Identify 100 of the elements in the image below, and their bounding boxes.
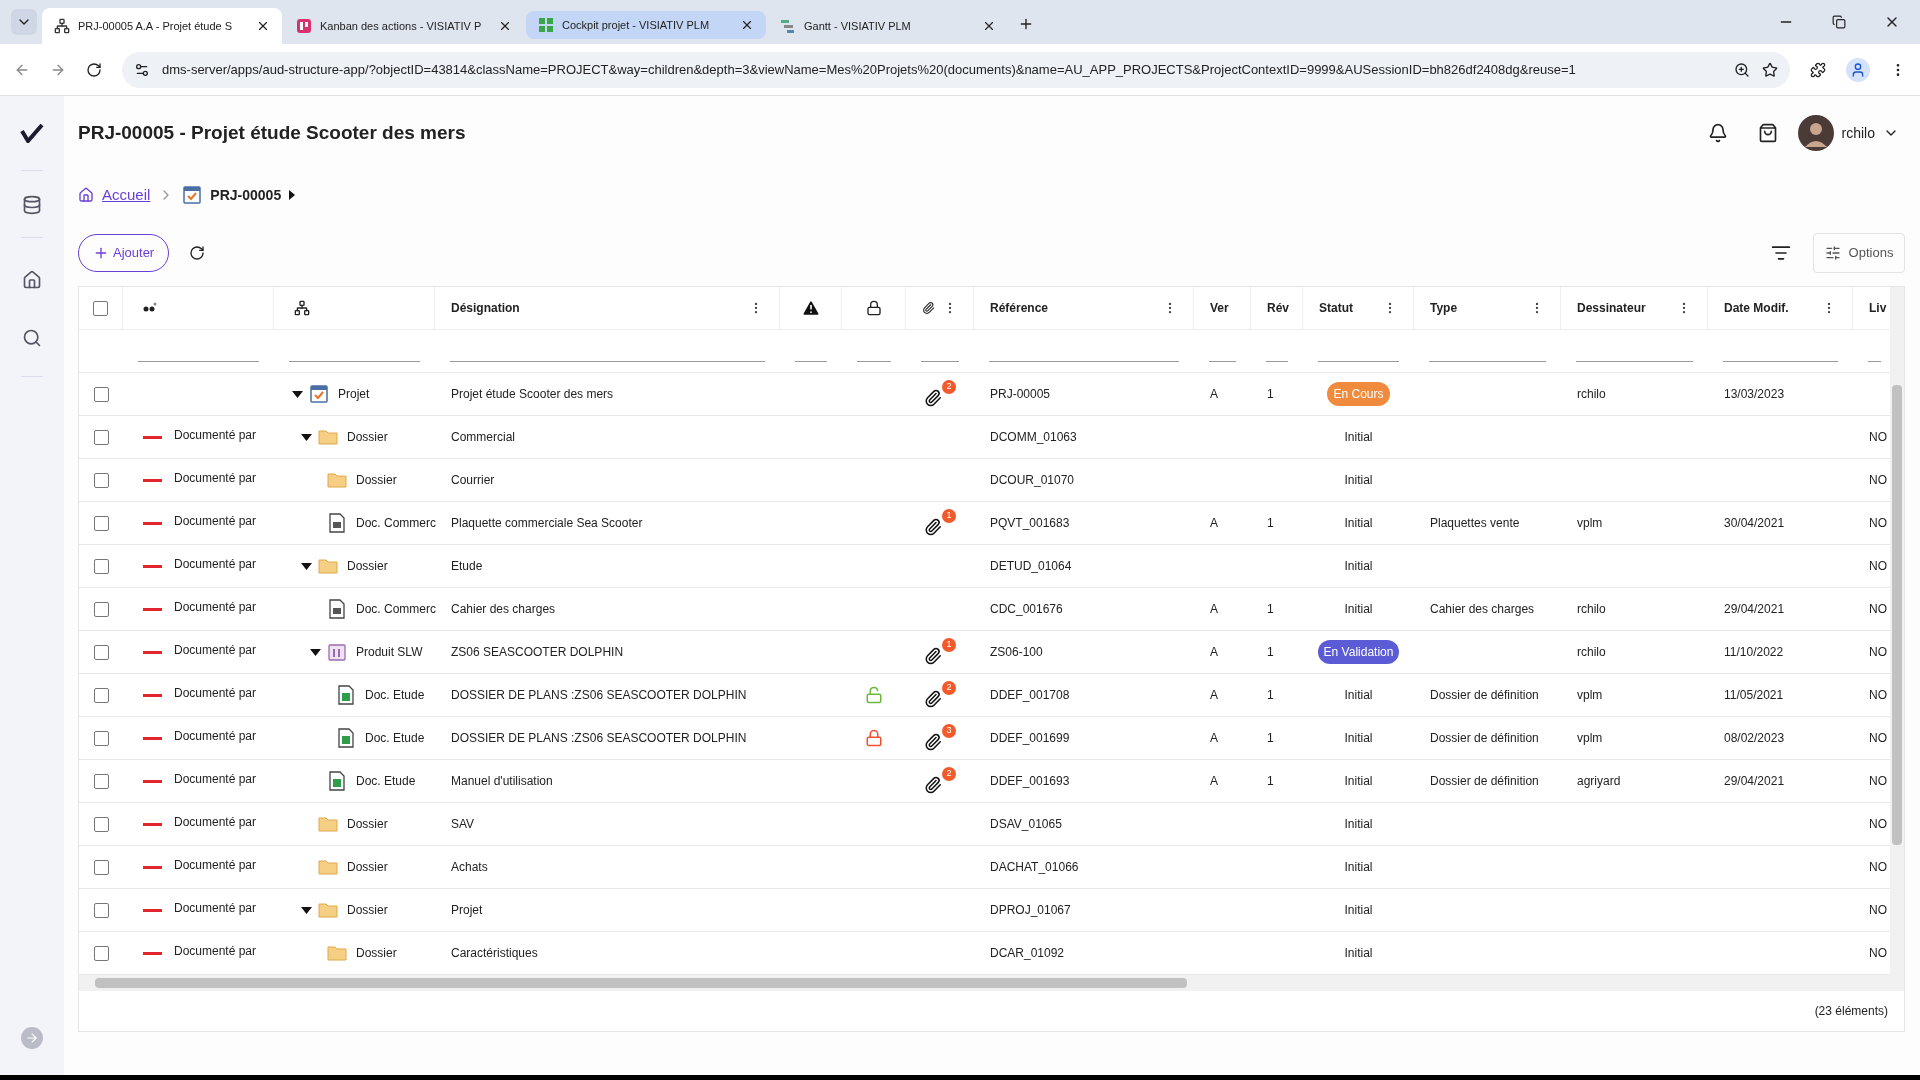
paperclip-icon[interactable]	[924, 776, 942, 794]
paperclip-icon[interactable]	[924, 690, 942, 708]
vertical-scrollbar[interactable]	[1890, 287, 1904, 975]
table-cell-text: Cahier des charges	[451, 601, 556, 618]
column-header[interactable]: Dessinateur	[1577, 299, 1646, 317]
collapse-icon[interactable]	[301, 906, 312, 914]
browser-tab[interactable]: Gantt - VISIATIV PLM	[768, 8, 1008, 44]
bookmark-icon[interactable]	[1762, 61, 1778, 78]
checkbox[interactable]	[93, 515, 109, 531]
collapse-icon[interactable]	[310, 648, 321, 656]
collapse-icon[interactable]	[301, 562, 312, 570]
table-row[interactable]: Documenté par Dossier Commercial DCOMM_01063 Initial NO	[79, 416, 1890, 459]
checkbox[interactable]	[93, 644, 109, 660]
collapse-icon[interactable]	[292, 390, 303, 398]
browser-tab[interactable]: Kanban des actions - VISIATIV P	[284, 8, 524, 44]
breadcrumb-link[interactable]: Accueil	[102, 183, 151, 207]
table-row[interactable]: Documenté par Produit SLW ZS06 SEASCOOTER DOLPHIN 1 ZS06-100 A 1 En Validation rchilo 11/10/2022 NO	[79, 631, 1890, 674]
dash-icon	[143, 736, 162, 740]
browser-tab[interactable]: Cockpit projet - VISIATIV PLM	[526, 11, 766, 39]
horizontal-scrollbar[interactable]	[79, 975, 1904, 991]
table-row[interactable]: Documenté par Doc. Commerc Plaquette commerciale Sea Scooter 1 PQVT_001683 A 1 Initial Plaquettes vente vplm 30/04/2021 NO	[79, 502, 1890, 545]
close-icon[interactable]	[256, 19, 270, 33]
new-tab-icon[interactable]	[1018, 16, 1034, 32]
home-icon[interactable]	[22, 270, 42, 290]
column-header[interactable]: Désignation	[451, 299, 520, 317]
site-settings-icon[interactable]	[134, 61, 150, 78]
table-cell-text: Documenté par	[174, 771, 257, 788]
table-row[interactable]: Documenté par Dossier Courrier DCOUR_01070 Initial NO	[79, 459, 1890, 502]
table-row[interactable]: Documenté par Doc. Commerc Cahier des charges CDC_001676 A 1 Initial Cahier des charges rchilo 29/04/2021 NO	[79, 588, 1890, 631]
table-row[interactable]: Projet Projet étude Scooter des mers 2 PRJ-00005 A 1 En Cours rchilo 13/03/2023	[79, 373, 1890, 416]
profile-button[interactable]	[1846, 57, 1870, 82]
tab-title: Kanban des actions - VISIATIV P	[320, 18, 483, 34]
checkbox[interactable]	[93, 386, 109, 402]
checkbox[interactable]	[93, 300, 108, 316]
app-icon	[296, 18, 312, 34]
bag-icon[interactable]	[1757, 123, 1778, 143]
table-row[interactable]: Documenté par Dossier SAV DSAV_01065 Initial NO	[79, 803, 1890, 846]
checkbox[interactable]	[93, 429, 109, 445]
paperclip-icon	[922, 300, 935, 316]
table-cell-text: NO	[1869, 429, 1887, 446]
person-icon	[1850, 61, 1866, 78]
checkbox[interactable]	[93, 859, 109, 875]
checkbox[interactable]	[93, 730, 109, 746]
options-button[interactable]: Options	[1813, 233, 1905, 273]
close-icon[interactable]	[740, 18, 754, 32]
checkbox[interactable]	[93, 558, 109, 574]
column-header[interactable]: Liv	[1869, 299, 1887, 317]
caret-icon[interactable]	[289, 190, 296, 200]
close-icon[interactable]	[982, 19, 996, 33]
table-cell-text: NO	[1869, 472, 1887, 489]
table-row[interactable]: Documenté par Dossier Achats DACHAT_01066 Initial NO	[79, 846, 1890, 889]
column-header[interactable]: Référence	[990, 299, 1049, 317]
table-cell-text: NO	[1869, 644, 1887, 661]
checkbox[interactable]	[93, 902, 109, 918]
column-header[interactable]: Ver	[1210, 299, 1229, 317]
checkbox[interactable]	[93, 472, 109, 488]
refresh-icon[interactable]	[189, 245, 206, 261]
paperclip-icon[interactable]	[924, 389, 942, 407]
column-header[interactable]: Date Modif.	[1724, 299, 1789, 317]
paperclip-icon[interactable]	[924, 733, 942, 751]
column-header[interactable]: Statut	[1319, 299, 1353, 317]
checkbox[interactable]	[93, 945, 109, 961]
extensions-icon[interactable]	[1810, 61, 1826, 78]
table-row[interactable]: Documenté par Dossier Projet DPROJ_01067 Initial NO	[79, 889, 1890, 932]
checkbox[interactable]	[93, 601, 109, 617]
tab-title: Gantt - VISIATIV PLM	[804, 18, 912, 34]
table-row[interactable]: Documenté par Dossier Etude DETUD_01064 Initial NO	[79, 545, 1890, 588]
checkbox[interactable]	[93, 773, 109, 789]
database-icon[interactable]	[22, 195, 42, 215]
zoom-icon[interactable]	[1734, 61, 1750, 78]
table-cell-text: Initial	[1344, 773, 1373, 790]
logo-icon[interactable]	[20, 123, 44, 143]
notification-icon[interactable]	[1707, 123, 1728, 143]
checkbox[interactable]	[93, 816, 109, 832]
table-row[interactable]: Documenté par Doc. Etude Manuel d'utilisation 2 DDEF_001693 A 1 Initial Dossier de définition agriyard 29/04/2021 NO	[79, 760, 1890, 803]
browser-tab[interactable]: PRJ-00005 A.A - Projet étude S	[42, 8, 282, 44]
paperclip-icon[interactable]	[924, 647, 942, 665]
dash-icon	[143, 521, 162, 525]
filter-icon[interactable]	[1771, 243, 1791, 263]
restore-icon[interactable]	[1832, 15, 1846, 29]
table-cell-text: Courrier	[451, 472, 495, 489]
search-icon[interactable]	[22, 328, 42, 348]
column-header[interactable]: Type	[1430, 299, 1458, 317]
address-bar[interactable]	[122, 51, 1790, 88]
paperclip-icon[interactable]	[924, 518, 942, 536]
table-cell-text: A	[1210, 515, 1218, 532]
sliders-icon	[1824, 245, 1841, 261]
table-cell-text: Plaquette commerciale Sea Scooter	[451, 515, 643, 532]
checkbox[interactable]	[93, 687, 109, 703]
close-icon[interactable]	[498, 19, 512, 33]
relation-icon	[143, 302, 157, 314]
column-header[interactable]: Rév	[1267, 299, 1289, 317]
avatar[interactable]	[1797, 115, 1834, 151]
tab-list-button[interactable]	[11, 9, 37, 35]
reload-icon[interactable]	[86, 61, 102, 78]
table-row[interactable]: Documenté par Doc. Etude DOSSIER DE PLANS :ZS06 SEASCOOTER DOLPHIN 2 DDEF_001708 A 1 Initial Dossier de définition vplm 11/05/2021 NO	[79, 674, 1890, 717]
user-name[interactable]: rchilo	[1841, 122, 1875, 144]
table-cell-text: rchilo	[1577, 601, 1606, 618]
collapse-icon[interactable]	[301, 433, 312, 441]
table-row[interactable]: Documenté par Doc. Etude DOSSIER DE PLANS :ZS06 SEASCOOTER DOLPHIN 3 DDEF_001699 A 1 Initial Dossier de définition vplm 08/02/2023 NO	[79, 717, 1890, 760]
